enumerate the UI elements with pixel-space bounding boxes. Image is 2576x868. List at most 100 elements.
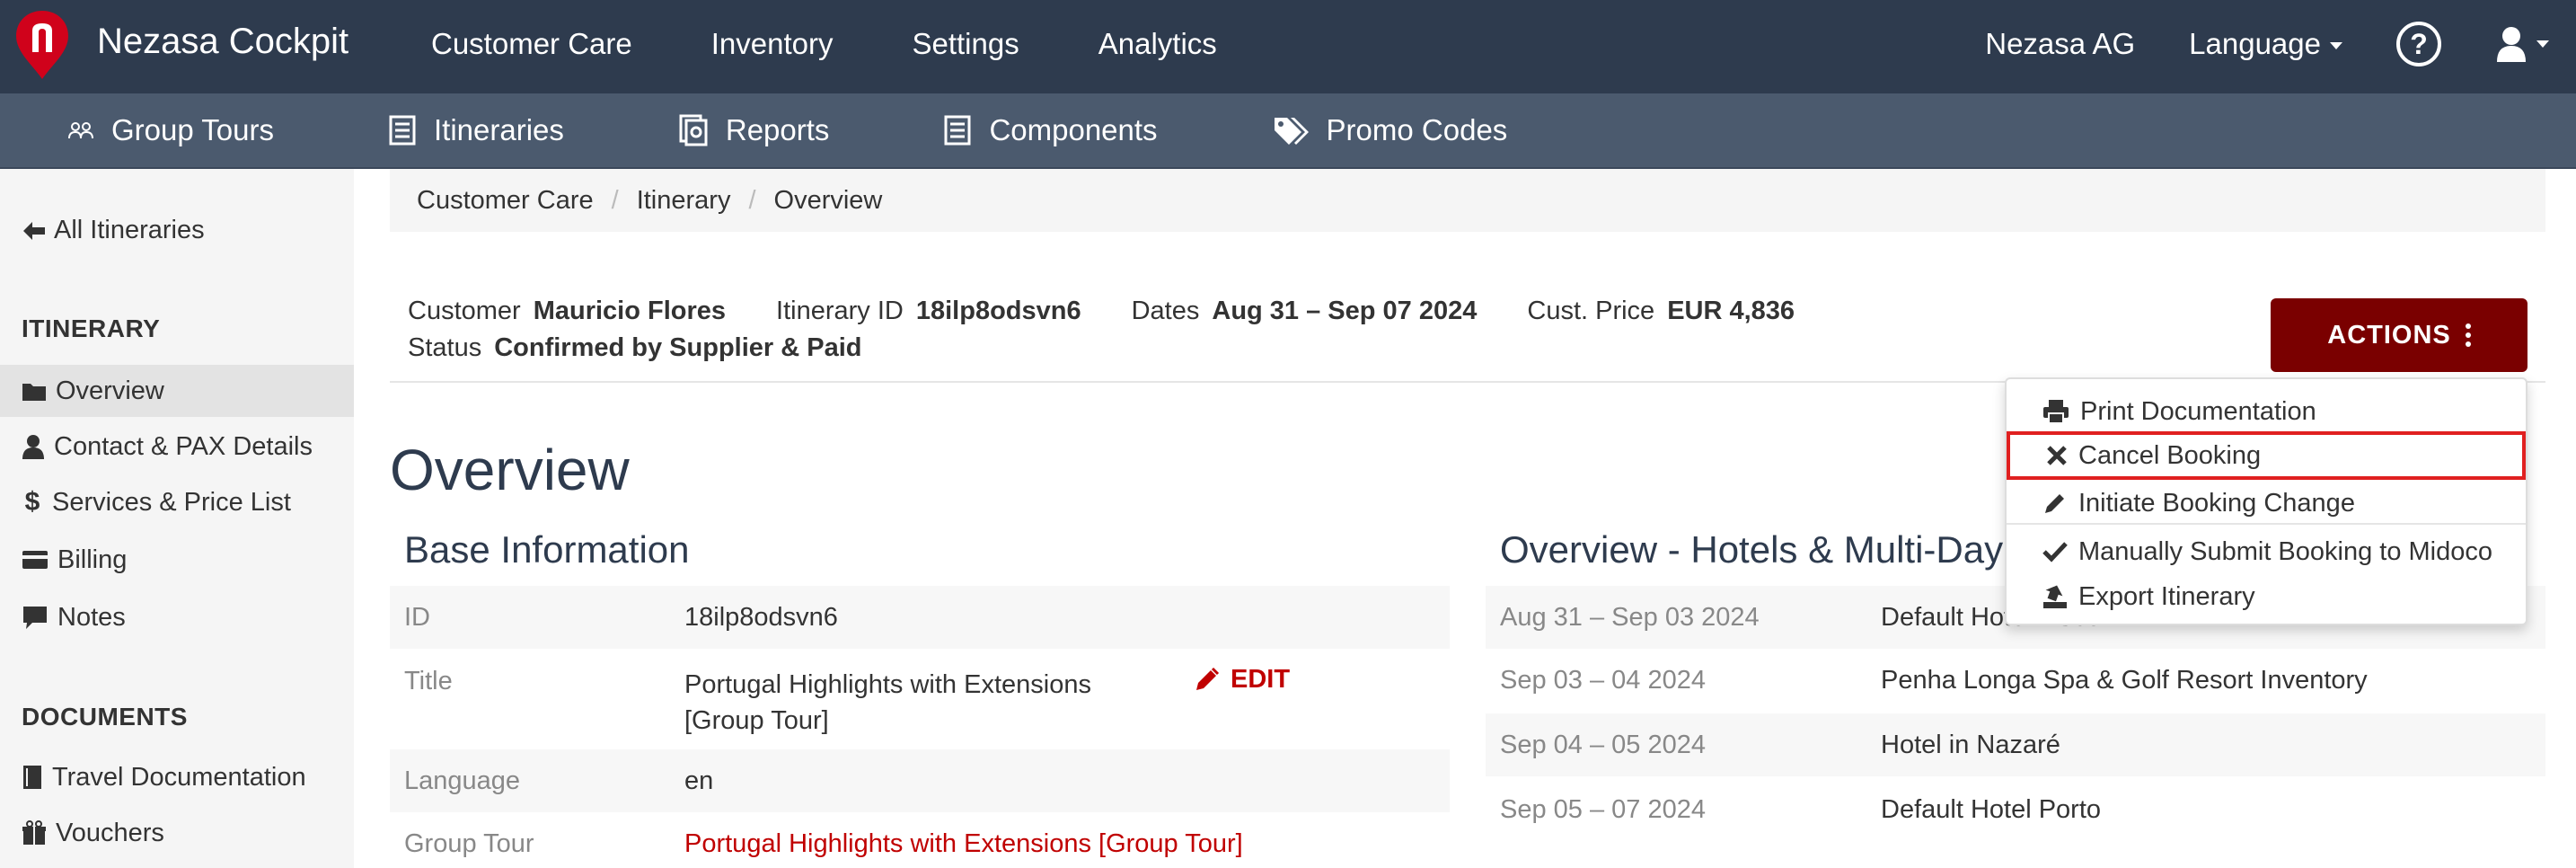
sidebar-item-services-price[interactable]: $ Services & Price List [0,476,354,528]
subnav-label: Group Tours [111,113,274,146]
sidebar-item-overview[interactable]: Overview [0,365,354,417]
menu-item-label: Manually Submit Booking to Midoco [2078,536,2493,566]
sidebar-item-travel-documentation[interactable]: Travel Documentation [0,751,354,803]
menu-divider [2007,523,2526,525]
breadcrumb-customer-care[interactable]: Customer Care [417,186,594,216]
table-row: Sep 05 – 07 2024 Default Hotel Porto [1486,778,2545,841]
subnav-label: Promo Codes [1326,113,1508,146]
language-label: Language [2189,27,2321,60]
company-name[interactable]: Nezasa AG [1985,27,2135,61]
main-nav: Customer Care Inventory Settings Analyti… [431,27,1217,61]
user-menu[interactable] [2495,26,2549,62]
price-value: EUR 4,836 [1667,297,1795,325]
print-icon [2043,400,2069,424]
hotel-dates: Aug 31 – Sep 03 2024 [1500,602,1760,632]
question-circle-icon[interactable]: ? [2396,22,2441,66]
back-to-itineraries-link[interactable]: All Itineraries [22,216,205,245]
price-info: Cust. Price EUR 4,836 [1527,297,1795,326]
customer-value: Mauricio Flores [533,297,727,325]
nezasa-logo-icon[interactable] [14,9,70,81]
menu-item-print-documentation[interactable]: Print Documentation [2007,390,2526,433]
table-row: Group Tour Portugal Highlights with Exte… [390,812,1450,868]
nav-customer-care[interactable]: Customer Care [431,27,632,61]
book-icon [23,766,41,789]
group-icon [68,122,93,139]
subnav-label: Itineraries [433,113,564,146]
table-row: Sep 04 – 05 2024 Hotel in Nazaré [1486,713,2545,776]
nav-inventory[interactable]: Inventory [711,27,834,61]
secondary-navbar: Group Tours Itineraries Reports Componen… [0,93,2576,169]
nav-analytics[interactable]: Analytics [1098,27,1217,61]
nav-settings[interactable]: Settings [912,27,1019,61]
left-sidebar: All Itineraries ITINERARY Overview Conta… [0,169,354,868]
itinerary-heading: ITINERARY [22,314,161,342]
language-dropdown[interactable]: Language [2189,27,2342,61]
sidebar-item-label: Travel Documentation [52,762,306,792]
breadcrumb-overview: Overview [773,185,883,215]
sidebar-item-label: Overview [56,376,164,405]
subnav-label: Reports [725,113,830,146]
subnav-components[interactable]: Components [944,113,1158,147]
menu-item-label: Initiate Booking Change [2078,488,2355,518]
gift-icon [22,820,46,845]
edit-title-button[interactable]: EDIT [1193,665,1290,695]
status-value: Confirmed by Supplier & Paid [494,333,862,362]
menu-item-submit-to-midoco[interactable]: Manually Submit Booking to Midoco [2007,530,2526,573]
kebab-icon [2465,323,2471,347]
hotel-dates: Sep 05 – 07 2024 [1500,794,1706,824]
breadcrumb-itinerary[interactable]: Itinerary [637,186,731,216]
user-icon [22,435,44,459]
check-icon [2042,542,2068,562]
row-key: Title [404,667,453,695]
sidebar-item-label: Billing [57,545,128,574]
credit-card-icon [22,551,48,569]
sidebar-item-label: Vouchers [56,818,164,847]
actions-dropdown-menu: Print Documentation Cancel Booking Initi… [2005,377,2527,625]
breadcrumb-separator: / [611,185,619,215]
list-icon [944,115,971,146]
comment-icon [23,607,47,629]
group-tour-link[interactable]: Portugal Highlights with Extensions [Gro… [684,829,1243,859]
breadcrumb: Customer Care / Itinerary / Overview [390,169,2545,232]
subnav-reports[interactable]: Reports [679,113,830,147]
title-line-1: Portugal Highlights with Extensions [684,670,1091,699]
menu-item-label: Cancel Booking [2078,440,2262,470]
dates-label: Dates [1131,297,1200,325]
times-icon [2047,446,2067,465]
arrow-left-icon [23,221,45,240]
row-key: Language [404,766,521,795]
sidebar-item-notes[interactable]: Notes [0,591,354,643]
sidebar-item-label: Contact & PAX Details [54,431,313,461]
table-row: Title Portugal Highlights with Extension… [390,649,1450,748]
title-line-2: [Group Tour] [684,706,829,735]
itinerary-id-value: 18ilp8odsvn6 [915,297,1081,325]
hotel-name: Hotel in Nazaré [1881,730,2060,759]
dollar-icon: $ [24,487,40,517]
row-value: en [684,766,714,795]
list-icon [389,115,416,146]
menu-item-initiate-booking-change[interactable]: Initiate Booking Change [2007,482,2526,525]
subnav-itineraries[interactable]: Itineraries [389,113,564,147]
brand-name[interactable]: Nezasa Cockpit [97,22,348,62]
folder-icon [22,384,46,401]
table-row: Sep 03 – 04 2024 Penha Longa Spa & Golf … [1486,649,2545,712]
actions-button[interactable]: ACTIONS [2271,298,2527,372]
breadcrumb-separator: / [748,185,756,215]
sidebar-item-label: Services & Price List [52,487,291,517]
documents-heading: DOCUMENTS [22,703,188,731]
sidebar-item-vouchers[interactable]: Vouchers [0,807,354,859]
sidebar-item-billing[interactable]: Billing [0,534,354,586]
hotel-dates: Sep 04 – 05 2024 [1500,730,1706,759]
subnav-group-tours[interactable]: Group Tours [68,113,274,147]
menu-item-export-itinerary[interactable]: Export Itinerary [2007,575,2526,618]
customer-info: Customer Mauricio Flores [408,297,726,326]
sidebar-item-contact-pax[interactable]: Contact & PAX Details [0,421,354,473]
status-info: Status Confirmed by Supplier & Paid [390,333,1795,363]
subnav-promo-codes[interactable]: Promo Codes [1273,113,1508,147]
itinerary-id-info: Itinerary ID 18ilp8odsvn6 [776,297,1081,326]
edit-label: EDIT [1231,665,1291,694]
menu-item-cancel-booking[interactable]: Cancel Booking [2007,431,2526,480]
caret-down-icon [2536,40,2549,48]
sidebar-item-label: Notes [57,602,126,632]
hotel-dates: Sep 03 – 04 2024 [1500,665,1706,695]
